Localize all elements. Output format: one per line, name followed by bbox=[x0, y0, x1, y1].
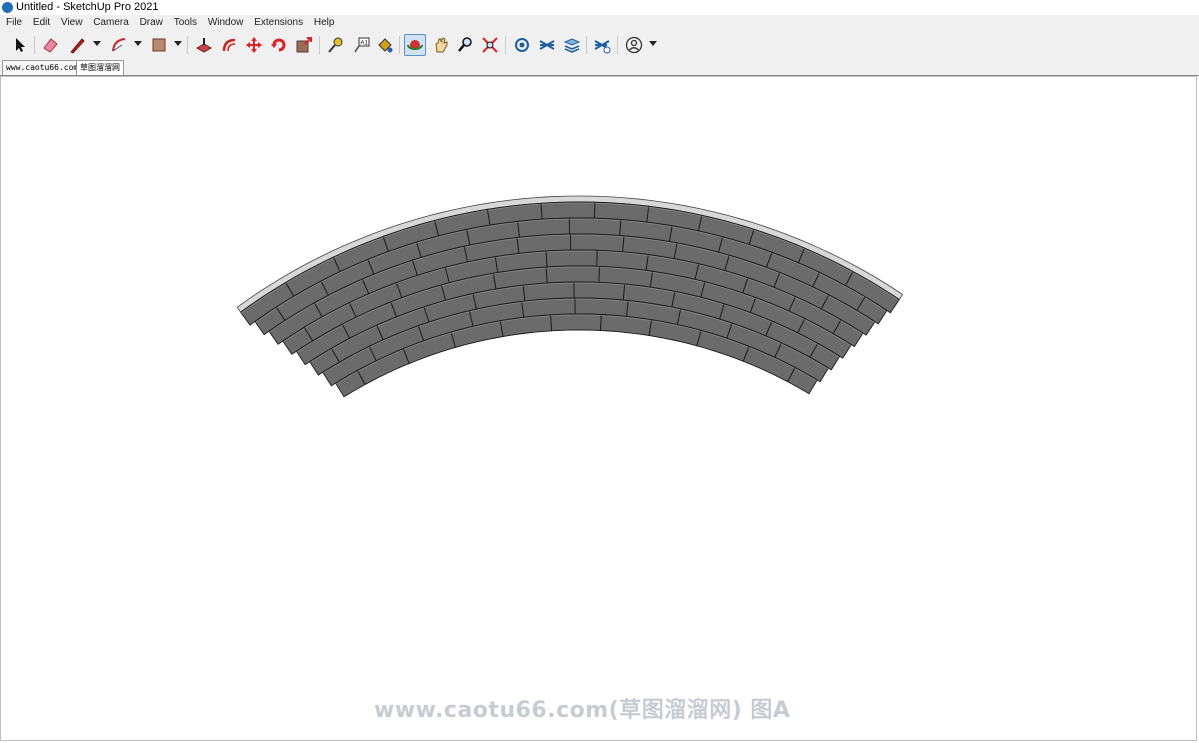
toolbar-separator bbox=[399, 36, 400, 54]
line-dropdown-chevron-down-icon[interactable] bbox=[93, 41, 101, 46]
scale-tool[interactable] bbox=[293, 34, 315, 56]
curved-brick-wall-model bbox=[236, 195, 904, 398]
window-title: Untitled - SketchUp Pro 2021 bbox=[16, 1, 159, 13]
menu-edit[interactable]: Edit bbox=[33, 17, 50, 28]
eraser-tool[interactable] bbox=[39, 34, 61, 56]
tape-measure-icon bbox=[328, 37, 343, 53]
extension-manager-button[interactable] bbox=[591, 34, 613, 56]
zoom-extents-icon bbox=[482, 37, 498, 53]
extension-manager-icon bbox=[594, 40, 611, 54]
watermark-text: www.caotu66.com(草图溜溜网) 图A bbox=[374, 698, 791, 723]
menu-bar: File Edit View Camera Draw Tools Window … bbox=[0, 15, 1199, 30]
text-icon: A1 bbox=[354, 37, 370, 53]
move-icon bbox=[246, 37, 262, 53]
toolbar-separator bbox=[34, 36, 35, 54]
tab-caotu66[interactable]: www.caotu66.com bbox=[2, 60, 83, 75]
zoom-tool[interactable] bbox=[454, 34, 476, 56]
brick bbox=[570, 233, 625, 253]
account-button[interactable] bbox=[623, 34, 645, 56]
tape-measure-tool[interactable] bbox=[324, 34, 346, 56]
scene-tabs: www.caotu66.com 草图溜溜网 bbox=[0, 60, 1199, 76]
extension-warehouse-icon bbox=[539, 40, 555, 50]
orbit-tool[interactable] bbox=[404, 34, 426, 56]
menu-tools[interactable]: Tools bbox=[174, 17, 197, 28]
user-icon bbox=[625, 36, 643, 54]
menu-file[interactable]: File bbox=[6, 17, 22, 28]
paint-bucket-tool[interactable] bbox=[374, 34, 396, 56]
model-viewport[interactable] bbox=[0, 76, 1197, 741]
move-tool[interactable] bbox=[243, 34, 265, 56]
warehouse-icon bbox=[515, 38, 529, 52]
toolbar-separator bbox=[505, 36, 506, 54]
arc-icon bbox=[112, 38, 126, 52]
pencil-icon bbox=[70, 38, 85, 54]
rotate-tool[interactable] bbox=[268, 34, 290, 56]
push-pull-icon bbox=[195, 38, 213, 53]
menu-camera[interactable]: Camera bbox=[93, 17, 129, 28]
sketchup-icon bbox=[2, 2, 13, 13]
scale-icon bbox=[296, 37, 312, 53]
line-tool[interactable] bbox=[66, 34, 88, 56]
brick bbox=[540, 201, 596, 220]
select-tool[interactable] bbox=[9, 34, 31, 56]
rectangle-dropdown-chevron-down-icon[interactable] bbox=[174, 41, 182, 46]
zoom-extents-tool[interactable] bbox=[479, 34, 501, 56]
svg-text:A1: A1 bbox=[361, 41, 369, 47]
arrow-icon bbox=[16, 38, 25, 52]
account-dropdown-chevron-down-icon[interactable] bbox=[649, 41, 657, 46]
brick bbox=[545, 249, 598, 268]
title-bar: Untitled - SketchUp Pro 2021 bbox=[0, 0, 1199, 15]
brick bbox=[550, 313, 602, 332]
layout-button[interactable] bbox=[561, 34, 583, 56]
extension-warehouse-button[interactable] bbox=[536, 34, 558, 56]
eraser-icon bbox=[43, 38, 58, 53]
rotate-icon bbox=[271, 38, 286, 52]
offset-icon bbox=[222, 38, 236, 52]
menu-extensions[interactable]: Extensions bbox=[254, 17, 303, 28]
push-pull-tool[interactable] bbox=[193, 34, 215, 56]
layout-icon bbox=[563, 38, 581, 53]
rectangle-tool[interactable] bbox=[148, 34, 170, 56]
tab-caotu-site[interactable]: 草图溜溜网 bbox=[76, 60, 124, 75]
arc-tool[interactable] bbox=[108, 34, 130, 56]
menu-view[interactable]: View bbox=[61, 17, 83, 28]
brick bbox=[545, 265, 600, 284]
menu-help[interactable]: Help bbox=[314, 17, 335, 28]
paint-bucket-icon bbox=[378, 38, 393, 53]
text-tool[interactable]: A1 bbox=[350, 34, 372, 56]
arc-dropdown-chevron-down-icon[interactable] bbox=[134, 41, 142, 46]
rectangle-icon bbox=[152, 38, 166, 52]
brick bbox=[568, 217, 622, 236]
magnifier-icon bbox=[458, 37, 472, 52]
offset-tool[interactable] bbox=[218, 34, 240, 56]
pan-tool[interactable] bbox=[430, 34, 452, 56]
large-tool-set-toolbar: A1 bbox=[0, 30, 1199, 61]
orbit-icon bbox=[407, 40, 423, 50]
3d-warehouse-button[interactable] bbox=[511, 34, 533, 56]
toolbar-separator bbox=[586, 36, 587, 54]
toolbar-separator bbox=[319, 36, 320, 54]
hand-icon bbox=[435, 37, 448, 53]
toolbar-separator bbox=[617, 36, 618, 54]
menu-window[interactable]: Window bbox=[208, 17, 244, 28]
toolbar-separator bbox=[187, 36, 188, 54]
menu-draw[interactable]: Draw bbox=[140, 17, 163, 28]
